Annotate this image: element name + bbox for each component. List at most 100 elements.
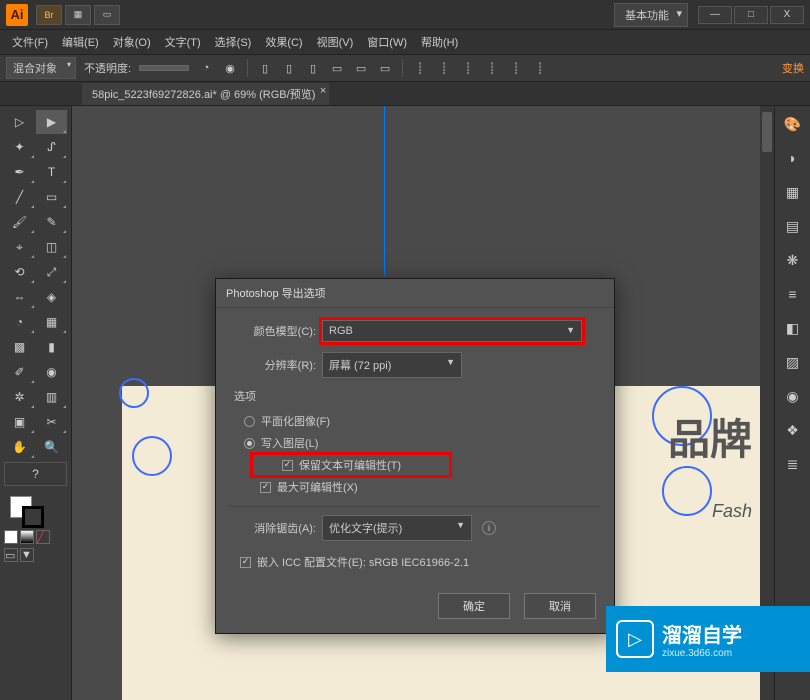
appearance-panel-icon[interactable]: ◉ bbox=[783, 386, 803, 406]
menu-help[interactable]: 帮助(H) bbox=[415, 31, 464, 53]
close-tab-icon[interactable]: × bbox=[320, 85, 326, 97]
gradient-mode-icon[interactable] bbox=[20, 530, 34, 544]
menu-object[interactable]: 对象(O) bbox=[107, 31, 157, 53]
brush-tool[interactable]: 🖌 bbox=[4, 210, 35, 234]
color-panel-icon[interactable]: 🎨 bbox=[783, 114, 803, 134]
ok-button[interactable]: 确定 bbox=[438, 593, 510, 619]
workspace-dropdown[interactable]: 基本功能 bbox=[614, 3, 688, 27]
arrange-docs-button[interactable]: ▭ bbox=[94, 5, 120, 25]
align-right-icon[interactable]: ▯ bbox=[304, 59, 322, 77]
watermark: ▷ 溜溜自学 zixue.3d66.com bbox=[606, 606, 810, 672]
brushes-panel-icon[interactable]: ▤ bbox=[783, 216, 803, 236]
info-icon[interactable]: i bbox=[482, 521, 496, 535]
artboard-tool[interactable]: ▣ bbox=[4, 410, 35, 434]
gradient-tool[interactable]: ▮ bbox=[36, 335, 67, 359]
align-mid-icon[interactable]: ▭ bbox=[352, 59, 370, 77]
blob-tool[interactable]: ⌖ bbox=[4, 235, 35, 259]
magic-wand-tool[interactable]: ✦ bbox=[4, 135, 35, 159]
dist-h-icon[interactable]: ┊ bbox=[411, 59, 429, 77]
transform-link[interactable]: 变换 bbox=[782, 60, 804, 76]
minimize-button[interactable]: — bbox=[698, 6, 732, 24]
dist-v-icon[interactable]: ┊ bbox=[435, 59, 453, 77]
antialias-dropdown[interactable]: 优化文字(提示) ▼ bbox=[322, 515, 472, 541]
max-edit-option[interactable]: 最大可编辑性(X) bbox=[230, 476, 600, 498]
graphic-styles-icon[interactable]: ❖ bbox=[783, 420, 803, 440]
align-left-icon[interactable]: ▯ bbox=[256, 59, 274, 77]
menu-effect[interactable]: 效果(C) bbox=[259, 31, 308, 53]
line-tool[interactable]: ╱ bbox=[4, 185, 35, 209]
color-mode-icon[interactable] bbox=[4, 530, 18, 544]
menu-edit[interactable]: 编辑(E) bbox=[56, 31, 105, 53]
dist-icon4[interactable]: ┊ bbox=[483, 59, 501, 77]
help-tool[interactable]: ? bbox=[4, 462, 67, 486]
none-mode-icon[interactable]: ╱ bbox=[36, 530, 50, 544]
write-layers-option[interactable]: 写入图层(L) bbox=[230, 432, 600, 454]
gradient-panel-icon[interactable]: ◧ bbox=[783, 318, 803, 338]
close-button[interactable]: X bbox=[770, 6, 804, 24]
graph-tool[interactable]: ▥ bbox=[36, 385, 67, 409]
maximize-button[interactable]: □ bbox=[734, 6, 768, 24]
checkbox-icon bbox=[282, 460, 293, 471]
scroll-thumb[interactable] bbox=[762, 112, 772, 152]
screen-mode-icon[interactable]: ▭ bbox=[4, 548, 18, 562]
menu-bar: 文件(F) 编辑(E) 对象(O) 文字(T) 选择(S) 效果(C) 视图(V… bbox=[0, 30, 810, 54]
dialog-title: Photoshop 导出选项 bbox=[216, 279, 614, 308]
zoom-tool[interactable]: 🔍 bbox=[36, 435, 67, 459]
mesh-tool[interactable]: ▩ bbox=[4, 335, 35, 359]
radio-icon bbox=[244, 416, 255, 427]
type-tool[interactable]: T bbox=[36, 160, 67, 184]
color-guide-icon[interactable]: ◗ bbox=[783, 148, 803, 168]
change-screen-icon[interactable]: ▼ bbox=[20, 548, 34, 562]
width-tool[interactable]: ⇔ bbox=[4, 285, 35, 309]
align-top-icon[interactable]: ▭ bbox=[328, 59, 346, 77]
resolution-dropdown[interactable]: 屏幕 (72 ppi) ▼ bbox=[322, 352, 462, 378]
eyedropper-tool[interactable]: ✐ bbox=[4, 360, 35, 384]
stroke-panel-icon[interactable]: ≡ bbox=[783, 284, 803, 304]
document-tab[interactable]: 58pic_5223f69272826.ai* @ 69% (RGB/预览) × bbox=[82, 83, 329, 105]
eraser-tool[interactable]: ◫ bbox=[36, 235, 67, 259]
pencil-tool[interactable]: ✎ bbox=[36, 210, 67, 234]
pen-tool[interactable]: ✒ bbox=[4, 160, 35, 184]
align-bottom-icon[interactable]: ▭ bbox=[376, 59, 394, 77]
bridge-button[interactable]: Br bbox=[36, 5, 62, 25]
blend-tool[interactable]: ◉ bbox=[36, 360, 67, 384]
align-center-icon[interactable]: ▯ bbox=[280, 59, 298, 77]
selection-tool[interactable]: ▷ bbox=[4, 110, 35, 134]
rectangle-tool[interactable]: ▭ bbox=[36, 185, 67, 209]
recolor-icon[interactable]: ◉ bbox=[221, 59, 239, 77]
embed-icc-option[interactable]: 嵌入 ICC 配置文件(E): sRGB IEC61966-2.1 bbox=[230, 551, 600, 573]
symbols-panel-icon[interactable]: ❋ bbox=[783, 250, 803, 270]
style-dropdown[interactable]: 混合对象 bbox=[6, 57, 76, 79]
cancel-button[interactable]: 取消 bbox=[524, 593, 596, 619]
menu-view[interactable]: 视图(V) bbox=[311, 31, 360, 53]
menu-type[interactable]: 文字(T) bbox=[159, 31, 207, 53]
stroke-swatch[interactable] bbox=[22, 506, 44, 528]
opacity-input[interactable] bbox=[139, 65, 189, 71]
menu-select[interactable]: 选择(S) bbox=[209, 31, 258, 53]
direct-selection-tool[interactable]: ▶ bbox=[36, 110, 67, 134]
dist-icon3[interactable]: ┊ bbox=[459, 59, 477, 77]
perspective-tool[interactable]: ▦ bbox=[36, 310, 67, 334]
dist-icon5[interactable]: ┊ bbox=[507, 59, 525, 77]
style-icon[interactable]: ◔ bbox=[197, 59, 215, 77]
dist-icon6[interactable]: ┊ bbox=[531, 59, 549, 77]
lasso-tool[interactable]: ᔑ bbox=[36, 135, 67, 159]
rotate-tool[interactable]: ⟲ bbox=[4, 260, 35, 284]
hand-tool[interactable]: ✋ bbox=[4, 435, 35, 459]
color-model-dropdown[interactable]: RGB ▼ bbox=[322, 320, 582, 342]
preserve-text-option[interactable]: 保留文本可编辑性(T) bbox=[252, 454, 450, 476]
view-grid-button[interactable]: ▦ bbox=[65, 5, 91, 25]
transparency-panel-icon[interactable]: ▨ bbox=[783, 352, 803, 372]
symbol-tool[interactable]: ✲ bbox=[4, 385, 35, 409]
color-swatches[interactable] bbox=[4, 492, 67, 528]
layers-panel-icon[interactable]: ≣ bbox=[783, 454, 803, 474]
flat-image-option[interactable]: 平面化图像(F) bbox=[230, 410, 600, 432]
option-icons: ◔ ◉ ▯ ▯ ▯ ▭ ▭ ▭ ┊ ┊ ┊ ┊ ┊ ┊ bbox=[197, 59, 549, 77]
shape-builder-tool[interactable]: ◔ bbox=[4, 310, 35, 334]
menu-window[interactable]: 窗口(W) bbox=[361, 31, 413, 53]
menu-file[interactable]: 文件(F) bbox=[6, 31, 54, 53]
free-transform-tool[interactable]: ◈ bbox=[36, 285, 67, 309]
swatches-panel-icon[interactable]: ▦ bbox=[783, 182, 803, 202]
scale-tool[interactable]: ⤢ bbox=[36, 260, 67, 284]
slice-tool[interactable]: ✂ bbox=[36, 410, 67, 434]
